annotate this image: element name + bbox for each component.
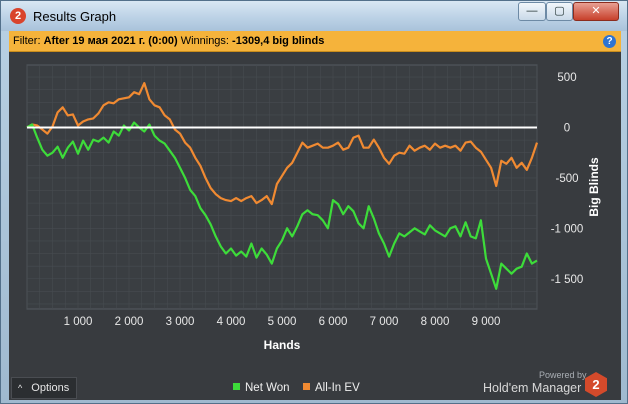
y-tick-label: 500 <box>557 72 576 84</box>
x-tick-label: 2 000 <box>115 316 144 328</box>
net-won-swatch <box>233 383 240 390</box>
results-chart: 1 000 2 000 3 000 4 000 5 000 6 000 7 000 8 000… <box>26 64 601 352</box>
options-label: Options <box>31 382 70 394</box>
y-axis-label: Big Blinds <box>587 157 601 217</box>
x-tick-label: 1 000 <box>64 316 93 328</box>
powered-by-text: Powered by <box>539 370 587 380</box>
y-tick-label: -500 <box>555 173 578 185</box>
x-tick-label: 9 000 <box>472 316 501 328</box>
y-tick-label: -1 500 <box>551 274 584 286</box>
legend-all-in-ev-label: All-In EV <box>315 382 360 394</box>
y-tick-label: 0 <box>564 123 570 135</box>
title-bar[interactable]: 2 Results Graph — ▢ ✕ <box>1 1 627 31</box>
legend-all-in-ev[interactable]: All-In EV <box>303 382 360 394</box>
x-tick-label: 8 000 <box>421 316 450 328</box>
x-tick-label: 4 000 <box>217 316 246 328</box>
x-axis-label: Hands <box>264 338 301 352</box>
x-tick-label: 6 000 <box>319 316 348 328</box>
all-in-ev-swatch <box>303 383 310 390</box>
graph-panel: Filter: After 19 мая 2021 г. (0:00) Winn… <box>9 31 621 400</box>
minimize-button[interactable]: — <box>518 2 546 21</box>
results-graph-window: 2 Results Graph — ▢ ✕ Filter: After 19 м… <box>0 0 628 404</box>
x-tick-label: 3 000 <box>166 316 195 328</box>
x-tick-label: 5 000 <box>268 316 297 328</box>
options-button[interactable]: ^ Options <box>11 377 77 399</box>
x-tick-label: 7 000 <box>370 316 399 328</box>
app-logo-icon: 2 <box>10 8 26 24</box>
legend-net-won-label: Net Won <box>245 382 290 394</box>
y-tick-label: -1 000 <box>551 223 584 235</box>
maximize-button[interactable]: ▢ <box>546 2 573 21</box>
chevron-up-icon: ^ <box>18 383 23 393</box>
window-title: Results Graph <box>33 9 117 24</box>
brand-name: Hold'em Manager <box>483 381 582 395</box>
close-button[interactable]: ✕ <box>573 2 619 21</box>
legend-net-won[interactable]: Net Won <box>233 382 290 394</box>
